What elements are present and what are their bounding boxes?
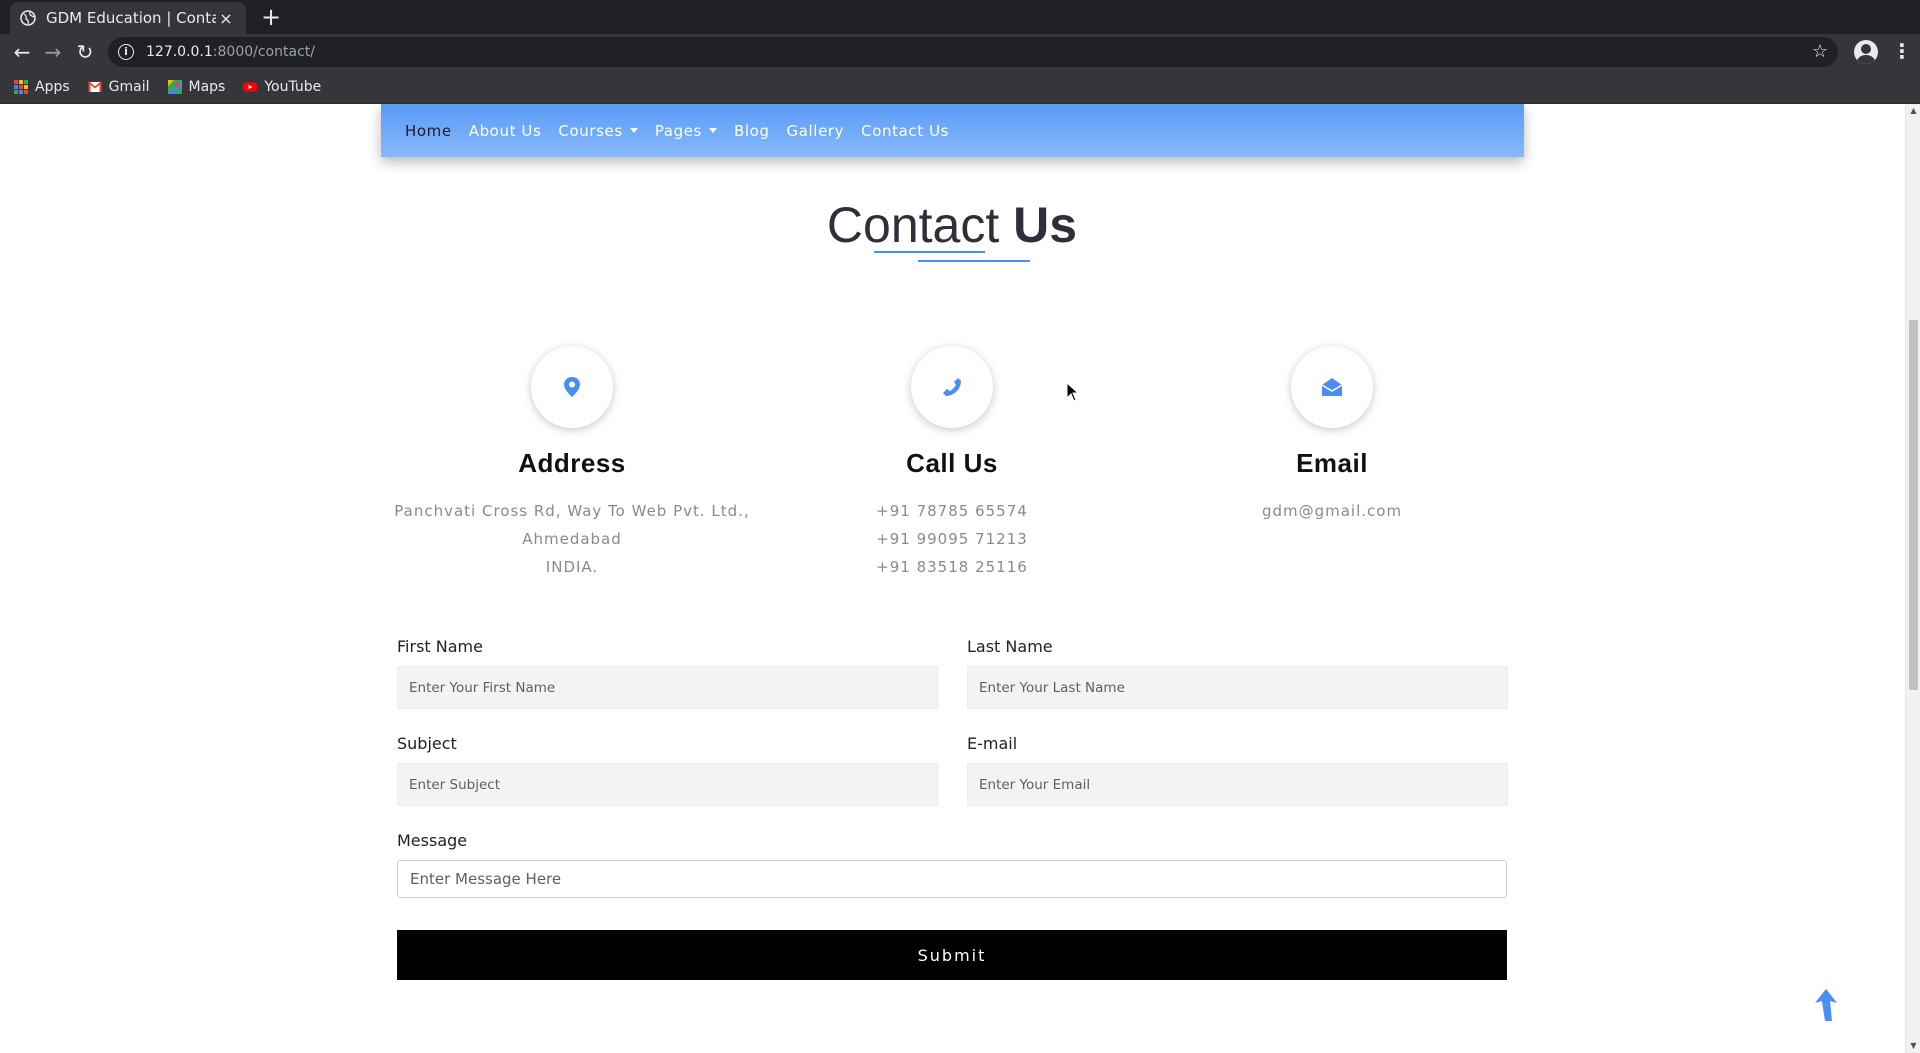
bookmark-maps[interactable]: Maps [167,78,226,95]
nav-courses-label: Courses [558,121,623,140]
apps-grid-icon [14,79,28,94]
subject-input[interactable] [397,763,938,806]
address-icon-circle [531,346,613,428]
phone-number: +91 83518 25116 [876,558,1028,576]
map-pin-icon [564,377,580,397]
forward-arrow-icon[interactable]: → [41,40,65,64]
subject-label: Subject [397,734,457,753]
nav-pages-label: Pages [654,121,702,140]
nav-contact-label: Contact Us [861,121,950,140]
bookmark-gmail[interactable]: Gmail [87,78,150,95]
email-card: Email gdm@gmail.com [1142,346,1522,525]
bookmark-apps[interactable]: Apps [14,79,70,95]
page-title: Contact Us [0,196,1904,254]
bookmarks-bar: Apps Gmail Maps YouTube [0,70,1920,104]
email-label: E-mail [967,734,1018,753]
tab-strip: GDM Education | Contact × + [0,0,1920,34]
scroll-up-icon[interactable]: ▲ [1906,104,1920,118]
nav-home-label: Home [405,121,452,140]
browser-menu-icon[interactable]: ⋮ [1892,40,1912,64]
nav-home[interactable]: Home [405,122,452,140]
nav-courses[interactable]: Courses [558,121,638,140]
phone-icon [943,378,961,396]
phone-lines: +91 78785 65574 +91 99095 71213 +91 8351… [762,497,1142,581]
submit-button[interactable]: Submit [397,930,1507,980]
nav-gallery[interactable]: Gallery [787,122,845,140]
email-input[interactable] [967,763,1508,806]
title-underline-top [874,251,985,253]
last-name-input[interactable] [967,666,1508,709]
new-tab-button[interactable]: + [258,4,284,30]
call-icon-circle [911,346,993,428]
address-title: Address [518,448,626,478]
browser-toolbar: ← → ↻ i 127.0.0.1:8000/contact/ ☆ ⋮ [0,34,1920,70]
caret-down-icon [629,128,638,133]
nav-about-label: About Us [468,121,542,140]
call-card: Call Us +91 78785 65574 +91 99095 71213 … [762,346,1142,581]
message-input[interactable] [397,860,1507,898]
title-underline-bottom [918,260,1030,262]
scroll-thumb[interactable] [1909,320,1918,690]
bookmark-label: YouTube [264,78,322,95]
page-viewport: Home About Us Courses Pages Blog Gallery… [0,104,1920,1053]
nav-gallery-label: Gallery [786,121,845,140]
main-navbar: Home About Us Courses Pages Blog Gallery… [381,104,1524,157]
profile-avatar-icon[interactable] [1854,40,1878,64]
globe-icon [20,10,36,26]
back-arrow-icon[interactable]: ← [10,40,34,64]
first-name-label: First Name [397,637,483,656]
bookmark-star-icon[interactable]: ☆ [1812,41,1828,62]
nav-contact-us[interactable]: Contact Us [861,122,949,140]
back-to-top-arrow-icon[interactable] [1811,987,1841,1025]
bookmark-label: Apps [35,78,70,95]
url-host: 127.0.0.1 [146,44,213,60]
envelope-open-icon [1321,378,1343,396]
tab-close-icon[interactable]: × [216,9,236,28]
email-lines: gdm@gmail.com [1142,497,1522,525]
mouse-cursor-icon [1066,382,1080,402]
nav-blog[interactable]: Blog [734,122,770,140]
message-label: Message [397,831,468,850]
title-light: Contact [826,197,1000,253]
bookmark-label: Maps [188,78,226,95]
nav-blog-label: Blog [733,121,770,140]
info-icon[interactable]: i [118,44,134,60]
email-icon-circle [1291,346,1373,428]
address-line: INDIA. [545,558,599,576]
maps-icon [167,79,182,94]
call-title: Call Us [906,448,998,478]
bookmark-youtube[interactable]: YouTube [243,79,321,95]
first-name-input[interactable] [397,666,938,709]
email-address: gdm@gmail.com [1261,502,1403,520]
address-bar[interactable]: i 127.0.0.1:8000/contact/ ☆ [108,37,1838,67]
last-name-label: Last Name [967,637,1053,656]
browser-tab[interactable]: GDM Education | Contact × [10,2,246,34]
youtube-icon [243,82,258,91]
nav-pages[interactable]: Pages [655,122,717,140]
address-lines: Panchvati Cross Rd, Way To Web Pvt. Ltd.… [382,497,762,581]
address-line: Panchvati Cross Rd, Way To Web Pvt. Ltd.… [394,502,750,520]
caret-down-icon [708,128,717,133]
gmail-icon [87,80,102,92]
scroll-down-icon[interactable]: ▼ [1906,1039,1920,1053]
page-scrollbar[interactable]: ▲ ▼ [1905,104,1920,1053]
nav-about-us[interactable]: About Us [469,122,542,140]
address-card: Address Panchvati Cross Rd, Way To Web P… [382,346,762,581]
phone-number: +91 99095 71213 [876,530,1028,548]
reload-icon[interactable]: ↻ [73,40,97,64]
title-bold: Us [1013,197,1078,253]
url-path: :8000/contact/ [212,44,315,60]
tab-title: GDM Education | Contact [46,9,216,27]
bookmark-label: Gmail [108,78,150,95]
address-line: Ahmedabad [522,530,622,548]
email-title: Email [1296,448,1368,478]
phone-number: +91 78785 65574 [876,502,1028,520]
